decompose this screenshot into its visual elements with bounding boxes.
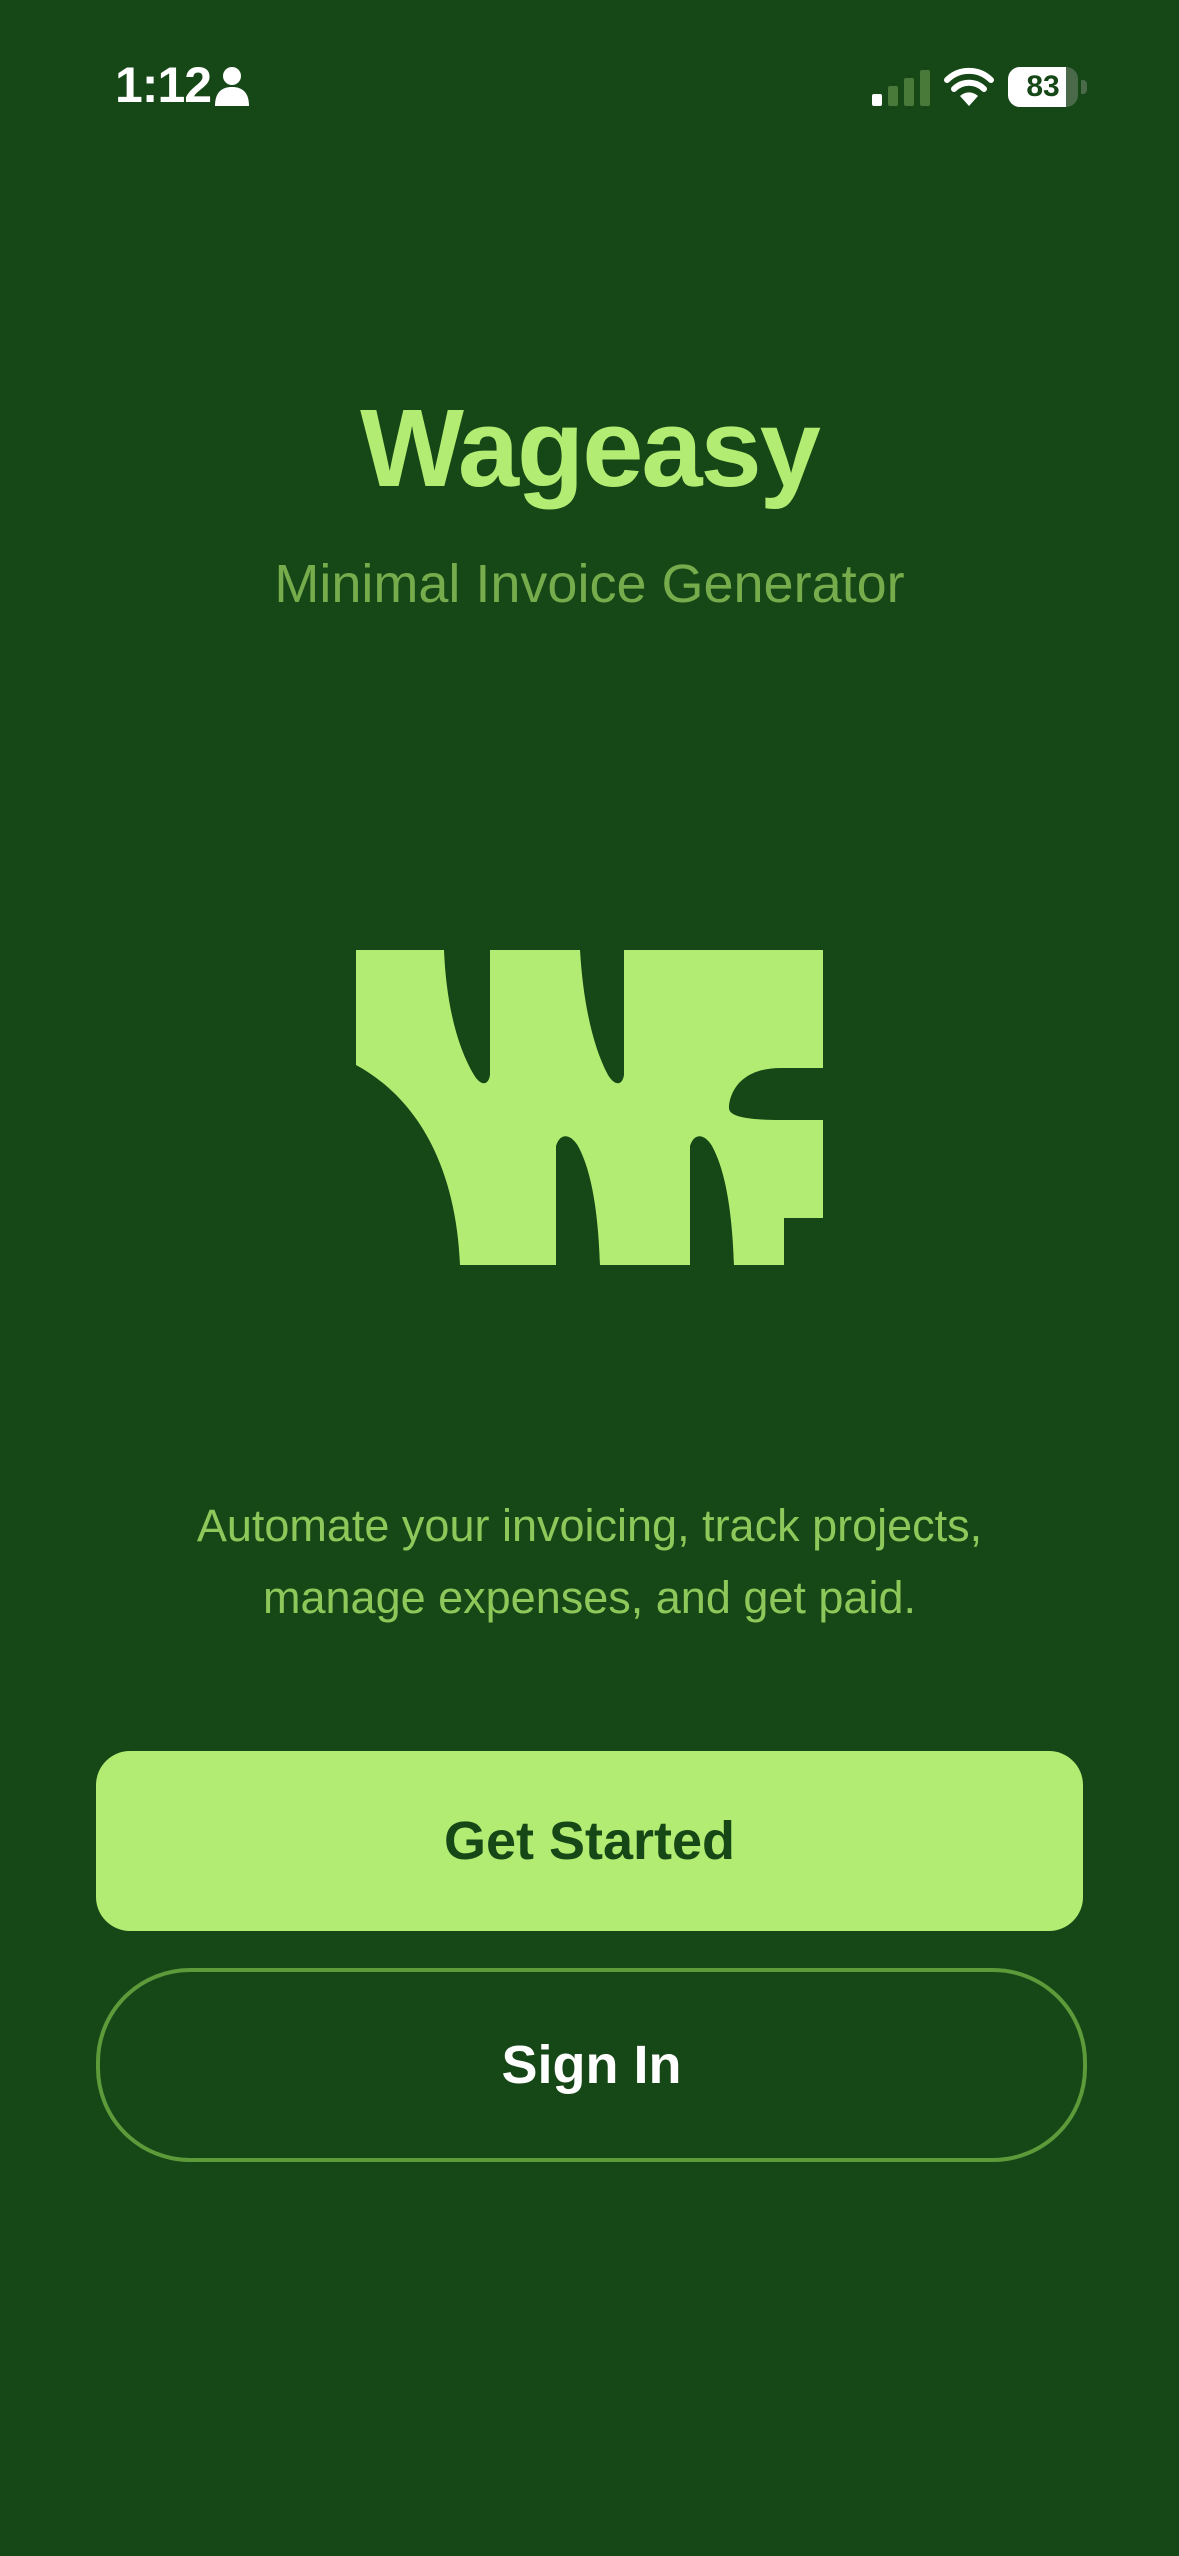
battery-icon: 83 [1008,67,1088,107]
app-title: Wageasy [360,387,821,510]
person-icon [215,67,249,106]
status-bar: 1:12 83 [0,0,1179,170]
battery-body: 83 [1008,67,1078,107]
app-subtitle: Minimal Invoice Generator [274,554,905,614]
tagline: Automate your invoicing, track projects,… [120,1490,1059,1634]
tagline-line-1: Automate your invoicing, track projects, [196,1500,983,1551]
status-time: 1:12 [115,57,212,113]
wifi-icon [944,67,994,106]
wageasy-logo-icon [356,950,823,1265]
tagline-line-2: manage expenses, and get paid. [263,1572,916,1623]
battery-level: 83 [1026,70,1060,103]
cellular-signal-icon [872,70,930,106]
sign-in-button[interactable]: Sign In [96,1968,1087,2162]
battery-cap [1081,80,1087,94]
get-started-button[interactable]: Get Started [96,1751,1083,1931]
